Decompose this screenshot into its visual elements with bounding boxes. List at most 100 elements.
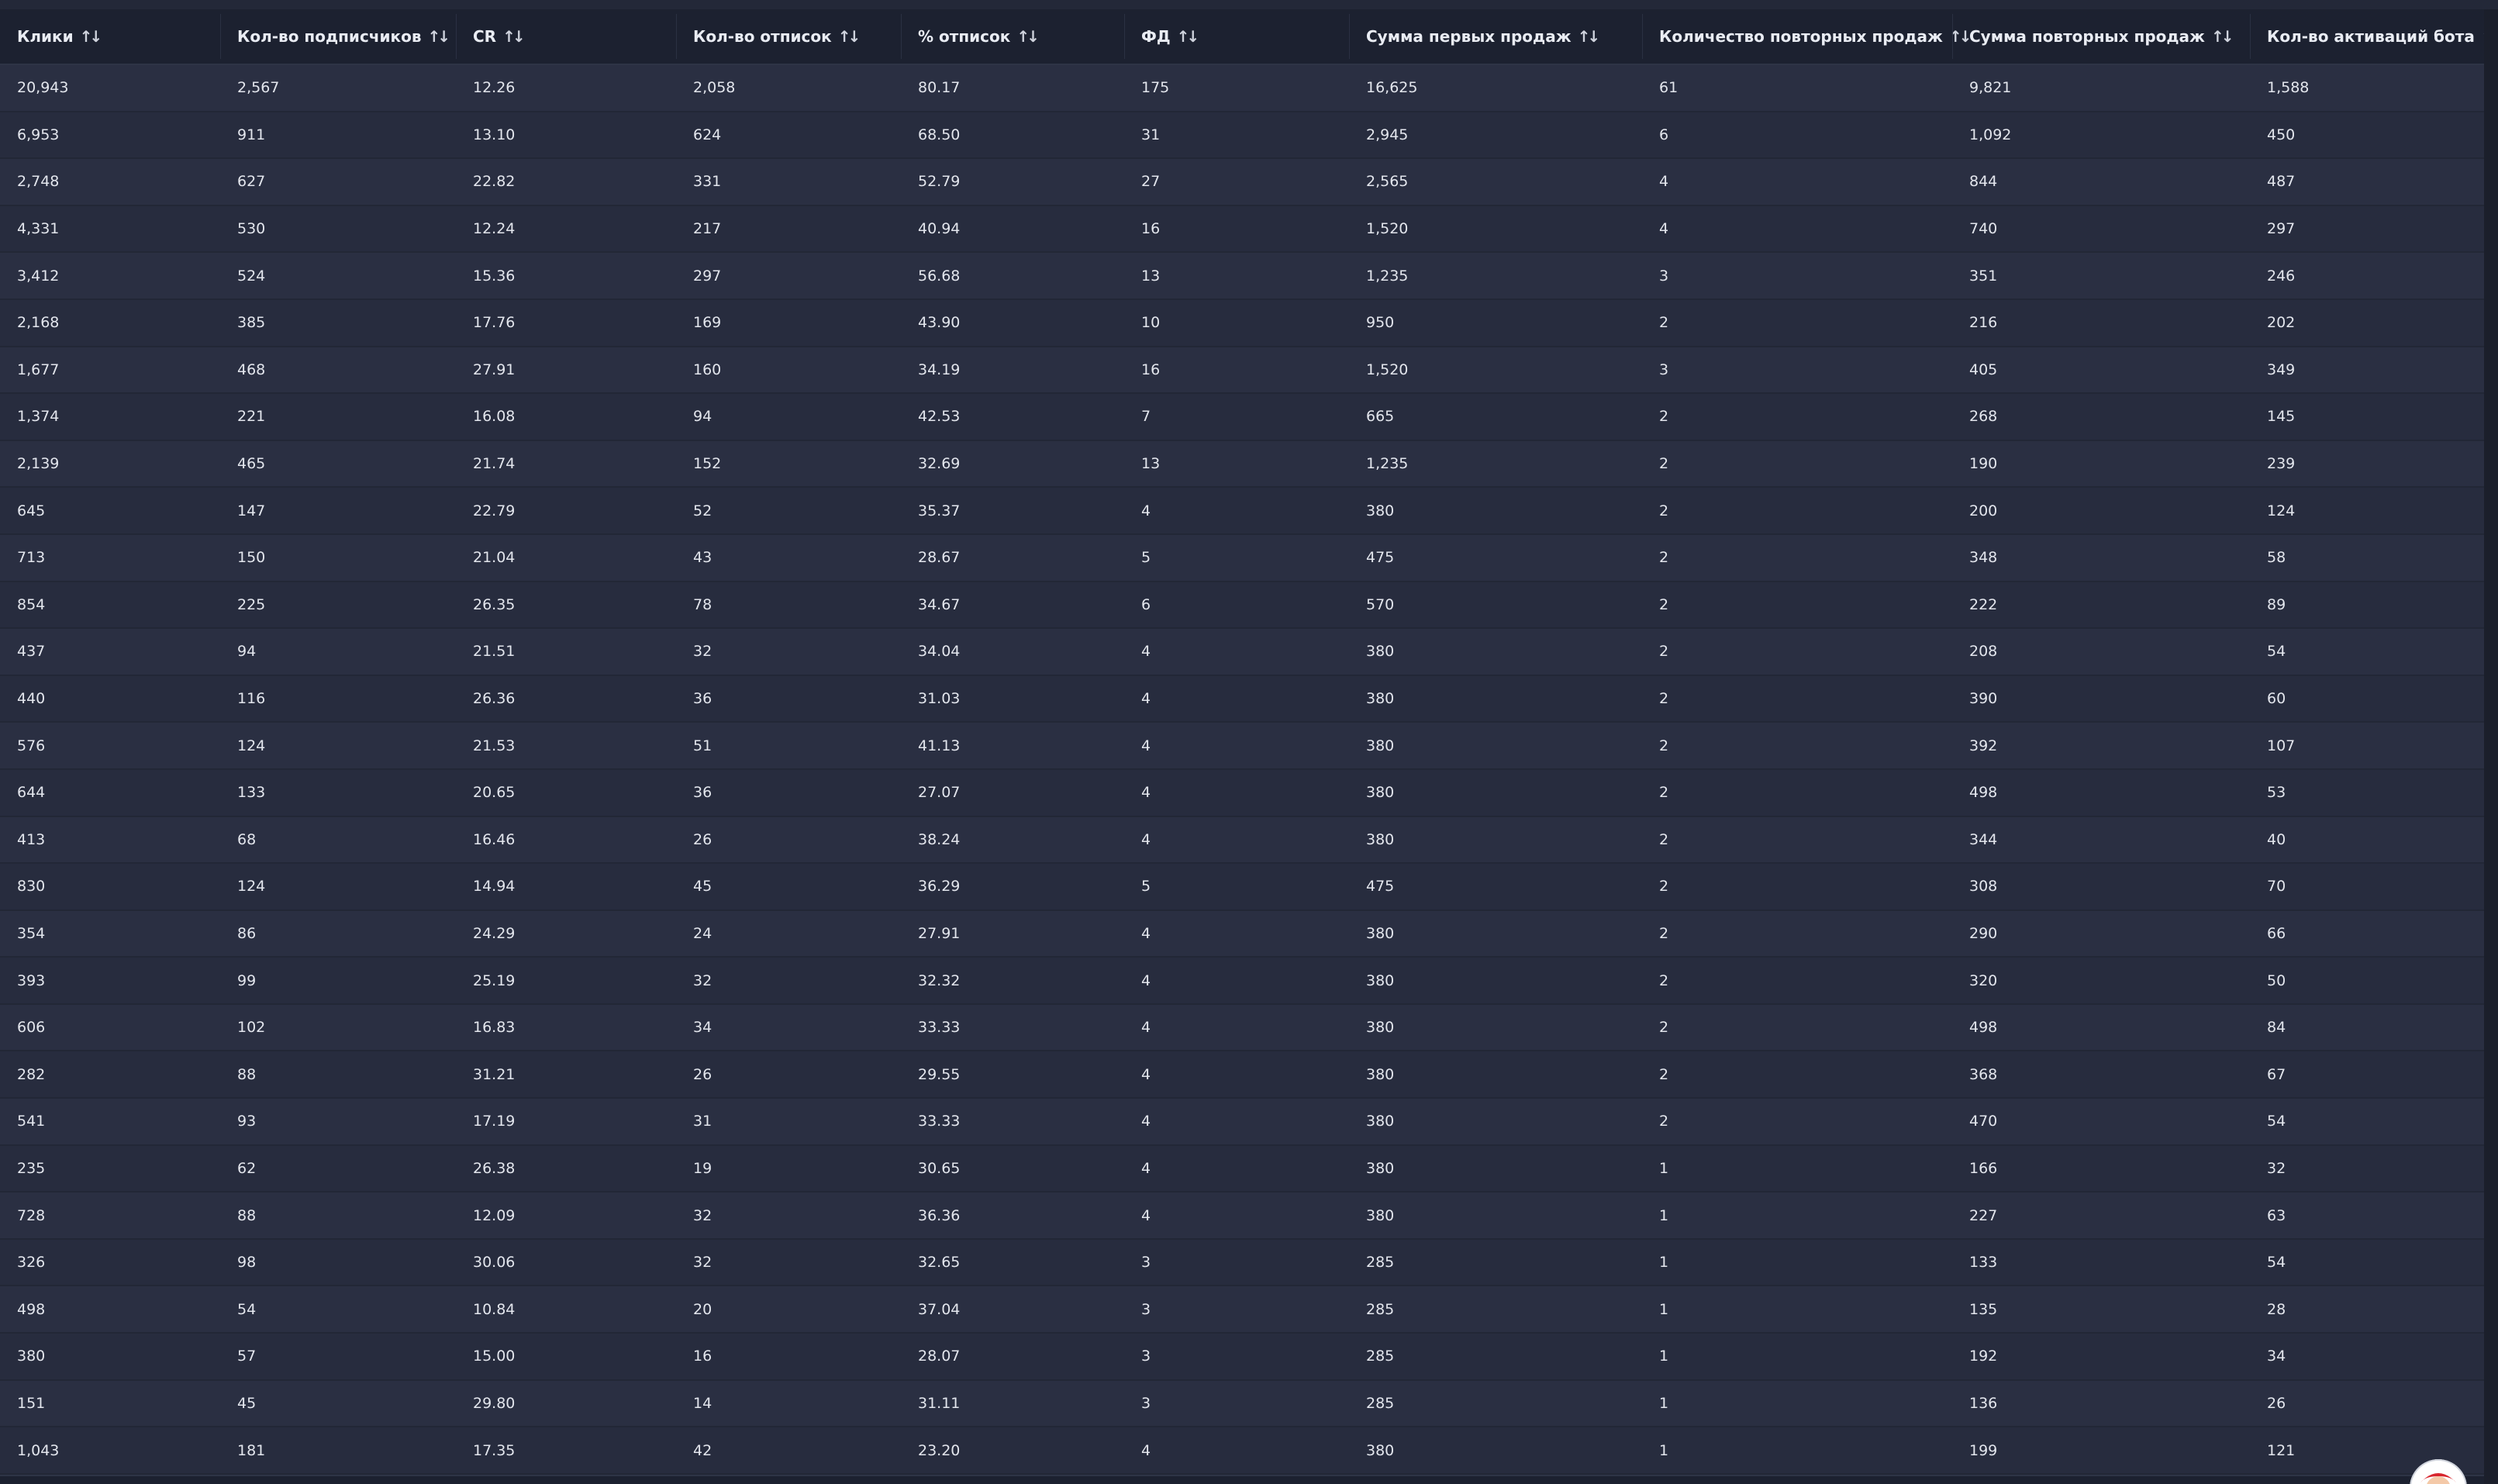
- cell-cr: 27.91: [473, 361, 516, 378]
- cell-repeat-sales-sum: 9,821: [1969, 79, 2012, 97]
- total-repeat-sales-count: 122: [1642, 1476, 1952, 1484]
- cell-clicks: 440: [17, 690, 46, 708]
- column-header-fd[interactable]: ФД ↑↓: [1124, 9, 1349, 64]
- column-header-unsubscribes[interactable]: Кол-во отписок ↑↓: [676, 9, 901, 64]
- cell-unsubscribes: 169: [693, 314, 722, 332]
- cell-repeat-sales-count: 1: [1659, 1159, 1669, 1177]
- cell-bot-activations: 32: [2267, 1159, 2286, 1177]
- cell-cr: 31.21: [473, 1065, 516, 1083]
- cell-fd: 4: [1141, 830, 1151, 848]
- cell-unsubscribes: 624: [693, 126, 722, 143]
- sort-arrows-icon[interactable]: ↑↓: [80, 27, 102, 46]
- sort-arrows-icon[interactable]: ↑↓: [1016, 27, 1039, 46]
- sort-arrows-icon[interactable]: ↑↓: [502, 27, 525, 46]
- cell-subscribers: 99: [237, 972, 257, 989]
- cell-repeat-sales-count: 2: [1659, 549, 1669, 567]
- cell-cr: 15.36: [473, 267, 516, 285]
- cell-cr: 16.83: [473, 1019, 516, 1037]
- cell-unsubscribe-percent: 38.24: [918, 830, 961, 848]
- cell-first-sales-sum: 16,625: [1366, 79, 1418, 97]
- cell-repeat-sales-sum: 135: [1969, 1300, 1998, 1318]
- cell-repeat-sales-count: 1: [1659, 1348, 1669, 1365]
- table-row: 830 124 14.94 45 36.29 5 475 2 308 70: [0, 864, 2484, 911]
- cell-fd: 4: [1141, 784, 1151, 802]
- cell-clicks: 354: [17, 924, 46, 942]
- cell-subscribers: 530: [237, 220, 266, 238]
- cell-repeat-sales-count: 4: [1659, 220, 1669, 238]
- cell-fd: 13: [1141, 455, 1161, 473]
- cell-subscribers: 150: [237, 549, 266, 567]
- cell-cr: 25.19: [473, 972, 516, 989]
- cell-unsubscribes: 78: [693, 595, 712, 613]
- column-header-label: Сумма повторных продаж: [1969, 27, 2205, 46]
- column-header-clicks[interactable]: Клики ↑↓: [0, 9, 220, 64]
- cell-first-sales-sum: 665: [1366, 408, 1395, 426]
- table-totals-row: 56,9408,93215.694,82354.0039237,24012219…: [0, 1474, 2484, 1484]
- sort-arrows-icon[interactable]: ↑↓: [1177, 27, 1199, 46]
- sort-arrows-icon[interactable]: ↑↓: [428, 27, 450, 46]
- cell-bot-activations: 145: [2267, 408, 2296, 426]
- cell-repeat-sales-count: 4: [1659, 173, 1669, 191]
- cell-unsubscribe-percent: 52.79: [918, 173, 961, 191]
- cell-unsubscribes: 152: [693, 455, 722, 473]
- cell-first-sales-sum: 1,235: [1366, 455, 1409, 473]
- cell-repeat-sales-sum: 498: [1969, 1019, 1998, 1037]
- cell-subscribers: 181: [237, 1441, 266, 1459]
- cell-repeat-sales-sum: 308: [1969, 878, 1998, 896]
- cell-fd: 4: [1141, 972, 1151, 989]
- cell-bot-activations: 67: [2267, 1065, 2286, 1083]
- cell-clicks: 413: [17, 830, 46, 848]
- cell-subscribers: 225: [237, 595, 266, 613]
- cell-clicks: 235: [17, 1159, 46, 1177]
- table-row: 854 225 26.35 78 34.67 6 570 2 222 89: [0, 582, 2484, 630]
- cell-unsubscribes: 94: [693, 408, 712, 426]
- cell-cr: 21.74: [473, 455, 516, 473]
- column-header-cr[interactable]: CR ↑↓: [456, 9, 676, 64]
- cell-fd: 6: [1141, 595, 1151, 613]
- column-header-unsubscribe-percent[interactable]: % отписок ↑↓: [901, 9, 1124, 64]
- column-header-repeat-sales-count[interactable]: Количество повторных продаж ↑↓: [1642, 9, 1972, 64]
- cell-first-sales-sum: 380: [1366, 1113, 1395, 1130]
- cell-cr: 17.35: [473, 1441, 516, 1459]
- sort-arrows-icon[interactable]: ↑↓: [2211, 27, 2234, 46]
- cell-subscribers: 468: [237, 361, 266, 378]
- scroll-gutter: [2484, 9, 2498, 1484]
- cell-first-sales-sum: 285: [1366, 1300, 1395, 1318]
- cell-repeat-sales-count: 2: [1659, 314, 1669, 332]
- cell-subscribers: 45: [237, 1394, 257, 1412]
- cell-subscribers: 102: [237, 1019, 266, 1037]
- cell-repeat-sales-count: 6: [1659, 126, 1669, 143]
- table-row: 1,677 468 27.91 160 34.19 16 1,520 3 405 349: [0, 347, 2484, 395]
- cell-subscribers: 627: [237, 173, 266, 191]
- cell-fd: 3: [1141, 1300, 1151, 1318]
- cell-unsubscribe-percent: 29.55: [918, 1065, 961, 1083]
- cell-cr: 21.04: [473, 549, 516, 567]
- cell-repeat-sales-sum: 192: [1969, 1348, 1998, 1365]
- cell-repeat-sales-sum: 405: [1969, 361, 1998, 378]
- cell-first-sales-sum: 380: [1366, 1159, 1395, 1177]
- cell-unsubscribe-percent: 28.67: [918, 549, 961, 567]
- cell-unsubscribe-percent: 31.03: [918, 690, 961, 708]
- cell-clicks: 151: [17, 1394, 46, 1412]
- cell-repeat-sales-sum: 348: [1969, 549, 1998, 567]
- cell-repeat-sales-count: 1: [1659, 1206, 1669, 1224]
- sort-arrows-icon[interactable]: ↑↓: [1578, 27, 1600, 46]
- cell-first-sales-sum: 380: [1366, 924, 1395, 942]
- column-header-subscribers[interactable]: Кол-во подписчиков ↑↓: [220, 9, 456, 64]
- cell-cr: 29.80: [473, 1394, 516, 1412]
- column-header-bot-activations[interactable]: Кол-во активаций бота↑↓: [2250, 9, 2498, 64]
- cell-repeat-sales-sum: 290: [1969, 924, 1998, 942]
- column-header-repeat-sales-sum[interactable]: Сумма повторных продаж ↑↓: [1952, 9, 2250, 64]
- cell-repeat-sales-count: 1: [1659, 1441, 1669, 1459]
- column-header-first-sales-sum[interactable]: Сумма первых продаж ↑↓: [1349, 9, 1642, 64]
- cell-fd: 16: [1141, 220, 1161, 238]
- cell-repeat-sales-count: 2: [1659, 784, 1669, 802]
- cell-fd: 4: [1141, 690, 1151, 708]
- sort-arrows-icon[interactable]: ↑↓: [838, 27, 861, 46]
- cell-bot-activations: 54: [2267, 1254, 2286, 1272]
- cell-repeat-sales-count: 1: [1659, 1300, 1669, 1318]
- cell-clicks: 6,953: [17, 126, 60, 143]
- cell-repeat-sales-count: 2: [1659, 502, 1669, 519]
- cell-first-sales-sum: 285: [1366, 1394, 1395, 1412]
- table-row: 393 99 25.19 32 32.32 4 380 2 320 50: [0, 958, 2484, 1005]
